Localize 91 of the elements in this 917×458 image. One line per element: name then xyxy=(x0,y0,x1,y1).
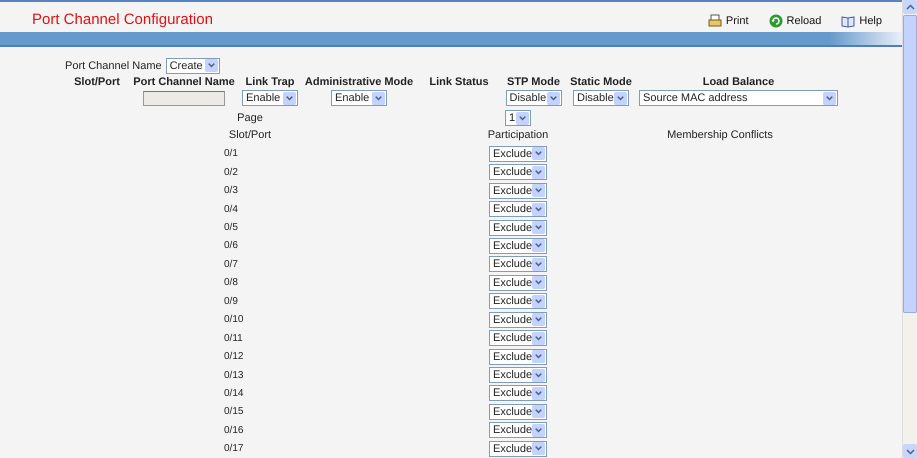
load-balance-select[interactable]: Source MAC address xyxy=(639,90,838,106)
scroll-down-button[interactable] xyxy=(903,444,917,458)
slot-port-cell-text: 0/15 xyxy=(223,406,244,418)
participation-select[interactable]: Exclude xyxy=(489,422,547,438)
chevron-down-icon xyxy=(532,405,546,418)
slot-port-cell-text: 0/9 xyxy=(223,296,239,307)
chevron-down-icon xyxy=(532,424,546,437)
slot-port-cell-text: 0/2 xyxy=(223,166,239,178)
participation-select[interactable]: Exclude xyxy=(489,312,547,328)
chevron-down-icon xyxy=(532,332,546,345)
participation-select[interactable]: Exclude xyxy=(489,440,547,457)
column-header: Slot/Port xyxy=(73,76,121,88)
chevron-down-icon xyxy=(532,166,546,179)
chevron-down-icon xyxy=(532,442,546,456)
scroll-up-button[interactable] xyxy=(903,0,917,14)
chevron-down-icon xyxy=(532,294,546,308)
slot-port-cell-text: 0/7 xyxy=(223,258,239,270)
participation-select[interactable]: Exclude xyxy=(489,146,547,162)
participation-select[interactable]: Exclude xyxy=(489,201,547,218)
participation-select[interactable]: Exclude xyxy=(489,164,547,180)
chevron-down-icon xyxy=(204,59,218,72)
chevron-down-icon xyxy=(532,184,546,198)
refresh-icon xyxy=(768,14,783,28)
scrollbar-thumb[interactable] xyxy=(903,15,917,313)
column-header: Static Mode xyxy=(569,76,633,88)
column-header: Slot/Port xyxy=(228,129,272,142)
print-link[interactable]: Print xyxy=(708,14,749,28)
column-header: Administrative Mode xyxy=(304,76,414,88)
participation-select[interactable]: Exclude xyxy=(489,274,547,291)
participation-select[interactable]: Exclude xyxy=(489,348,547,365)
slot-port-cell-text: 0/10 xyxy=(223,314,244,326)
chevron-down-icon xyxy=(532,202,546,216)
chevron-down-icon xyxy=(516,112,529,125)
page-select[interactable]: 1 xyxy=(505,110,531,126)
column-header: STP Mode xyxy=(506,76,561,88)
column-header: Link Status xyxy=(428,76,490,88)
slot-port-cell-text: 0/8 xyxy=(223,277,239,288)
book-icon xyxy=(841,14,856,28)
stp-mode-select[interactable]: Disable xyxy=(506,90,562,106)
slot-port-cell-text: 0/4 xyxy=(223,204,239,215)
participation-select[interactable]: Exclude xyxy=(489,293,547,310)
slot-port-cell-text: 0/1 xyxy=(223,148,239,160)
participation-select[interactable]: Exclude xyxy=(489,385,547,402)
chevron-down-icon xyxy=(614,92,627,105)
slot-port-cell-text: 0/16 xyxy=(223,424,244,436)
slot-port-cell-text: 0/13 xyxy=(223,370,244,381)
field-label: Port Channel Name xyxy=(65,60,162,72)
column-header: Link Trap xyxy=(244,76,296,88)
chevron-down-icon xyxy=(532,313,546,326)
chevron-down-icon xyxy=(532,221,546,234)
scrollbar[interactable] xyxy=(902,0,917,458)
chevron-down-icon xyxy=(532,350,546,364)
participation-select[interactable]: Exclude xyxy=(489,404,547,420)
static-mode-select[interactable]: Disable xyxy=(573,90,629,106)
chevron-down-icon xyxy=(283,92,296,105)
slot-port-cell-text: 0/3 xyxy=(223,185,239,196)
column-header: Membership Conflicts xyxy=(666,129,774,142)
printer-icon xyxy=(708,14,722,28)
chevron-down-icon xyxy=(532,239,546,252)
port-channel-select[interactable]: Create xyxy=(166,58,220,74)
chevron-down-icon xyxy=(532,258,546,271)
slot-port-cell-text: 0/17 xyxy=(223,443,244,454)
slot-port-cell-text: 0/14 xyxy=(223,388,244,399)
chevron-down-icon xyxy=(823,92,836,105)
link-trap-select[interactable]: Enable xyxy=(242,90,298,106)
column-header: Port Channel Name xyxy=(132,76,236,88)
chevron-down-icon xyxy=(372,92,385,105)
participation-select[interactable]: Exclude xyxy=(489,238,547,254)
participation-select[interactable]: Exclude xyxy=(489,182,547,199)
page-title: Port Channel Configuration xyxy=(32,10,214,28)
chevron-down-icon xyxy=(532,276,546,290)
chevron-down-icon xyxy=(906,446,914,456)
chevron-down-icon xyxy=(532,368,546,382)
slot-port-cell-text: 0/5 xyxy=(223,222,239,234)
participation-select[interactable]: Exclude xyxy=(489,367,547,384)
help-link[interactable]: Help xyxy=(841,14,882,28)
reload-link[interactable]: Reload xyxy=(768,14,822,28)
chevron-down-icon xyxy=(532,386,546,400)
column-header: Participation xyxy=(486,129,550,142)
participation-select[interactable]: Exclude xyxy=(489,220,547,236)
slot-port-cell-text: 0/11 xyxy=(223,332,244,344)
chevron-down-icon xyxy=(546,92,560,105)
column-header: Load Balance xyxy=(702,76,776,88)
admin-mode-select[interactable]: Enable xyxy=(331,90,387,106)
chevron-up-icon xyxy=(906,2,914,12)
page-label: Page xyxy=(236,112,264,124)
slot-port-cell-text: 0/12 xyxy=(223,351,244,362)
participation-select[interactable]: Exclude xyxy=(489,256,547,272)
participation-select[interactable]: Exclude xyxy=(489,330,547,346)
chevron-down-icon xyxy=(532,147,546,160)
slot-port-cell-text: 0/6 xyxy=(223,240,239,252)
